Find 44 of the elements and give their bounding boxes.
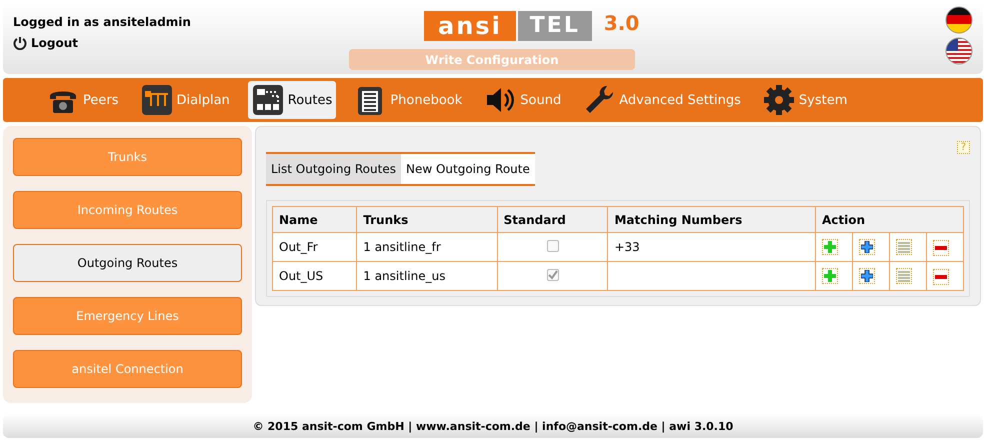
logout-link[interactable]: Logout: [13, 36, 343, 50]
network-icon: [252, 84, 284, 116]
write-configuration-button[interactable]: Write Configuration: [349, 49, 635, 70]
nav-tab[interactable]: Advanced Settings: [579, 81, 745, 119]
logo-text: TEL: [518, 11, 592, 41]
flag-icon[interactable]: [945, 37, 973, 65]
add-icon[interactable]: [859, 238, 875, 254]
nav-tab[interactable]: System: [758, 81, 852, 119]
sidebar-button[interactable]: Incoming Routes: [13, 191, 242, 229]
delete-icon[interactable]: [933, 268, 949, 284]
version-text: 3.0: [604, 11, 640, 35]
tab[interactable]: List Outgoing Routes: [266, 154, 401, 184]
checkbox[interactable]: [546, 269, 559, 281]
table-cell: +33: [608, 232, 816, 262]
diagram-icon: [140, 84, 172, 116]
sidebar-button[interactable]: Outgoing Routes: [13, 244, 242, 282]
table-cell: 1 ansitline_us: [356, 262, 498, 290]
column-header: Action: [816, 206, 964, 232]
column-header: Trunks: [356, 206, 498, 232]
user-label: Logged in as ansiteladmin: [13, 15, 191, 29]
checkbox[interactable]: [546, 240, 559, 252]
table-cell: Out_Fr: [272, 232, 357, 262]
power-icon: [13, 36, 27, 50]
logo-text: ansi: [424, 11, 516, 41]
nav-tab[interactable]: Sound: [480, 81, 566, 119]
delete-icon[interactable]: [933, 240, 949, 256]
nav-tab[interactable]: Dialplan: [136, 81, 234, 119]
footer-text: © 2015 ansit-com GmbH | www.ansit-com.de | info@ansit-com.de | awi 3.0.10: [3, 414, 983, 438]
table-cell: Out_US: [272, 262, 357, 290]
nav-tab[interactable]: Routes: [248, 81, 336, 119]
help-button[interactable]: ?: [956, 141, 970, 154]
table-cell: 1 ansitline_fr: [356, 232, 498, 262]
column-header: Name: [272, 206, 357, 232]
sidebar-button[interactable]: ansitel Connection: [13, 350, 242, 388]
add-icon[interactable]: [859, 268, 875, 284]
gear-icon: [762, 84, 795, 116]
tab[interactable]: New Outgoing Route: [400, 154, 535, 184]
nav-tab[interactable]: Phonebook: [350, 81, 466, 119]
nav-tab[interactable]: Peers: [43, 81, 122, 119]
column-header: Standard: [497, 206, 608, 232]
flag-icon[interactable]: [945, 6, 973, 34]
column-header: Matching Numbers: [608, 206, 816, 232]
sidebar-button[interactable]: Trunks: [13, 138, 242, 176]
sidebar-button[interactable]: Emergency Lines: [13, 297, 242, 335]
